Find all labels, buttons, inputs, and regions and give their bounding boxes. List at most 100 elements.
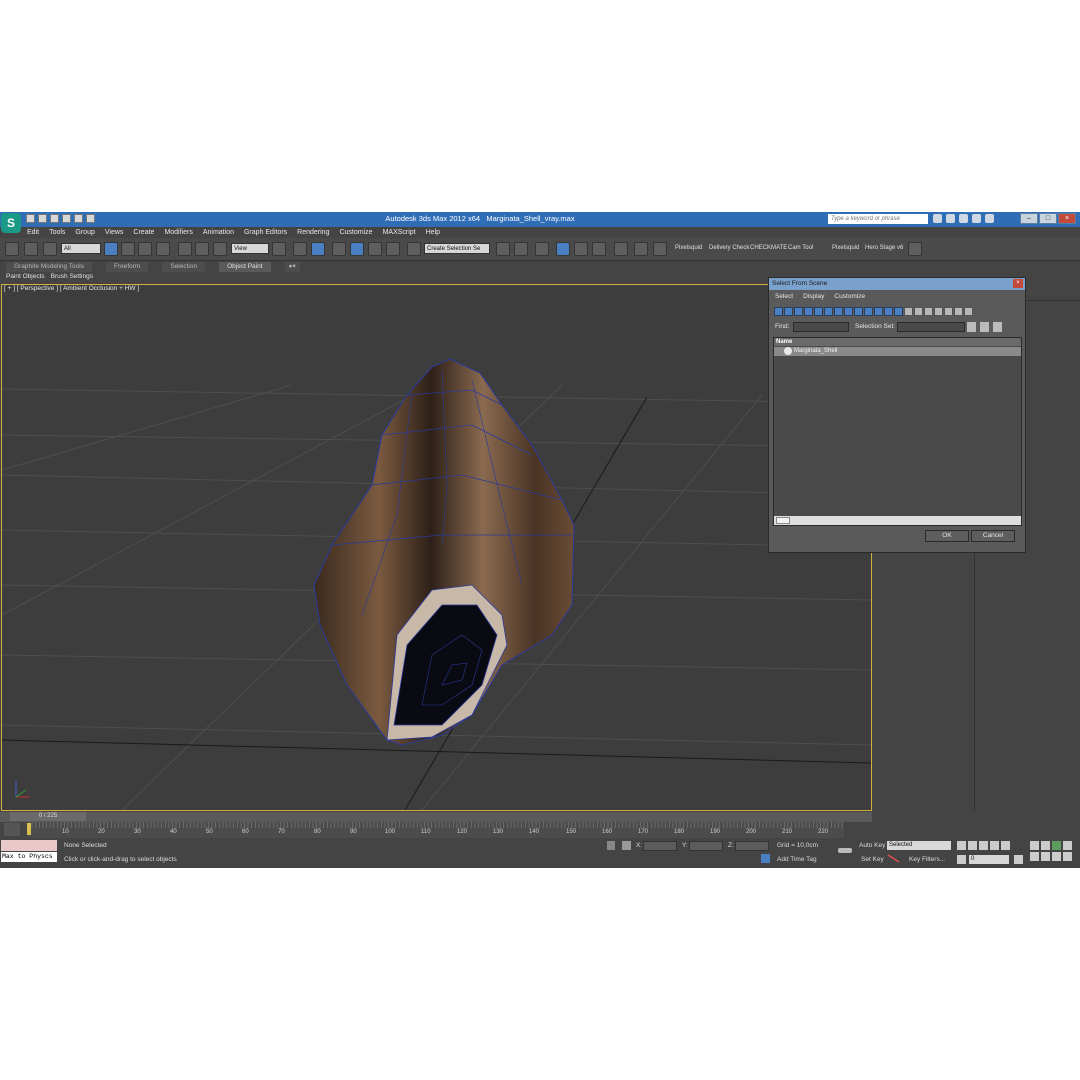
minimize-button[interactable]: –: [1020, 213, 1038, 224]
add-time-tag-button[interactable]: Add Time Tag: [777, 856, 817, 863]
subtab-brush-settings[interactable]: Brush Settings: [51, 273, 93, 280]
display-hidden-icon[interactable]: [884, 307, 893, 316]
auto-key-button[interactable]: Auto Key: [859, 842, 885, 849]
scene-object-list[interactable]: [773, 337, 1022, 526]
orbit-icon[interactable]: [1052, 852, 1061, 861]
y-coordinate-field[interactable]: [689, 841, 723, 851]
pivot-center-icon[interactable]: [272, 242, 286, 256]
play-icon[interactable]: [979, 841, 988, 850]
rotate-icon[interactable]: [195, 242, 209, 256]
window-crossing-icon[interactable]: [156, 242, 170, 256]
bind-space-warp-icon[interactable]: [43, 242, 57, 256]
menu-rendering[interactable]: Rendering: [292, 228, 334, 238]
next-frame-icon[interactable]: [990, 841, 999, 850]
go-to-start-icon[interactable]: [957, 841, 966, 850]
display-lights-icon[interactable]: [794, 307, 803, 316]
display-none-icon[interactable]: [904, 307, 913, 316]
filter-options-icon[interactable]: [964, 307, 973, 316]
plugin-pixelsquid-button[interactable]: Pixelsquid: [675, 245, 702, 251]
unlink-icon[interactable]: [24, 242, 38, 256]
render-frame-icon[interactable]: [653, 242, 667, 256]
tab-selection[interactable]: Selection: [162, 262, 206, 272]
display-shapes-icon[interactable]: [784, 307, 793, 316]
tools-icon[interactable]: [959, 214, 968, 223]
key-mode-dropdown[interactable]: Selected: [887, 841, 951, 850]
track-bar[interactable]: [28, 822, 844, 838]
favorites-star-icon[interactable]: [972, 214, 981, 223]
time-slider-track[interactable]: [0, 812, 872, 822]
display-space-warps-icon[interactable]: [824, 307, 833, 316]
selection-lock-icon[interactable]: [607, 841, 615, 850]
maximize-viewport-icon[interactable]: [1063, 852, 1072, 861]
find-input[interactable]: [793, 322, 849, 332]
maxscript-listener-output[interactable]: [1, 840, 57, 851]
binoculars-icon[interactable]: [933, 214, 942, 223]
plugin-checkmate-button[interactable]: CHECKMATE: [750, 245, 787, 251]
undo-icon[interactable]: [62, 214, 71, 223]
render-setup-icon[interactable]: [634, 242, 648, 256]
teapot-icon[interactable]: [908, 242, 922, 256]
zoom-all-icon[interactable]: [1041, 841, 1050, 850]
communication-icon[interactable]: [946, 214, 955, 223]
key-filters-button[interactable]: Key Filters...: [909, 856, 945, 863]
layer-manager-icon[interactable]: [535, 242, 549, 256]
plugin-delivery-check-button[interactable]: Delivery Check: [709, 245, 749, 251]
z-coordinate-field[interactable]: [735, 841, 769, 851]
display-helpers-icon[interactable]: [814, 307, 823, 316]
cancel-button[interactable]: Cancel: [971, 530, 1015, 542]
app-logo-icon[interactable]: S: [1, 213, 21, 233]
rectangular-selection-icon[interactable]: [138, 242, 152, 256]
display-frozen-icon[interactable]: [874, 307, 883, 316]
horizontal-scrollbar[interactable]: [774, 516, 1021, 525]
spinner-snap-icon[interactable]: [386, 242, 400, 256]
save-file-icon[interactable]: [50, 214, 59, 223]
invert-selection-icon[interactable]: [944, 307, 953, 316]
selection-set-remove-icon[interactable]: [993, 322, 1002, 332]
selection-set-icon[interactable]: [967, 322, 976, 332]
mini-curve-editor-icon[interactable]: [4, 823, 20, 836]
menu-group[interactable]: Group: [70, 228, 99, 238]
set-key-pen-icon[interactable]: [887, 854, 901, 863]
tab-graphite-modeling-tools[interactable]: Graphite Modeling Tools: [6, 262, 92, 272]
menu-maxscript[interactable]: MAXScript: [378, 228, 421, 238]
selection-set-dropdown[interactable]: [897, 322, 965, 332]
filter-icon[interactable]: [954, 307, 963, 316]
mirror-icon[interactable]: [496, 242, 510, 256]
reference-coordinate-dropdown[interactable]: View: [231, 243, 269, 254]
list-item[interactable]: Marginata_Shell: [774, 347, 1021, 356]
new-file-icon[interactable]: [26, 214, 35, 223]
display-xrefs-icon[interactable]: [844, 307, 853, 316]
keyboard-shortcut-override-icon[interactable]: [311, 242, 325, 256]
display-containers-icon[interactable]: [864, 307, 873, 316]
menu-customize[interactable]: Customize: [334, 228, 377, 238]
percent-snap-icon[interactable]: [368, 242, 382, 256]
display-groups-icon[interactable]: [834, 307, 843, 316]
redo-icon[interactable]: [74, 214, 83, 223]
perspective-viewport[interactable]: [1, 284, 872, 811]
tab-object-paint[interactable]: Object Paint: [219, 262, 271, 272]
ok-button[interactable]: OK: [925, 530, 969, 542]
menu-help[interactable]: Help: [421, 228, 445, 238]
display-bones-icon[interactable]: [854, 307, 863, 316]
dialog-menu-display[interactable]: Display: [803, 293, 824, 300]
menu-graph-editors[interactable]: Graph Editors: [239, 228, 292, 238]
menu-edit[interactable]: Edit: [22, 228, 44, 238]
ribbon-options-icon[interactable]: ●▾: [284, 262, 300, 272]
align-icon[interactable]: [514, 242, 528, 256]
dialog-menu-select[interactable]: Select: [775, 293, 793, 300]
close-button[interactable]: ×: [1058, 213, 1076, 224]
zoom-icon[interactable]: [1030, 841, 1039, 850]
previous-frame-icon[interactable]: [968, 841, 977, 850]
snaps-toggle-icon[interactable]: [332, 242, 346, 256]
menu-tools[interactable]: Tools: [44, 228, 70, 238]
curve-editor-icon[interactable]: [574, 242, 588, 256]
display-cameras-icon[interactable]: [804, 307, 813, 316]
field-of-view-icon[interactable]: [1030, 852, 1039, 861]
key-icon[interactable]: [838, 848, 852, 853]
menu-modifiers[interactable]: Modifiers: [159, 228, 197, 238]
time-slider-thumb[interactable]: 0 / 225: [10, 812, 86, 821]
display-geometry-icon[interactable]: [774, 307, 783, 316]
menu-views[interactable]: Views: [100, 228, 129, 238]
plugin-cam-tool-button[interactable]: Cam Tool: [788, 245, 813, 251]
link-icon[interactable]: [5, 242, 19, 256]
